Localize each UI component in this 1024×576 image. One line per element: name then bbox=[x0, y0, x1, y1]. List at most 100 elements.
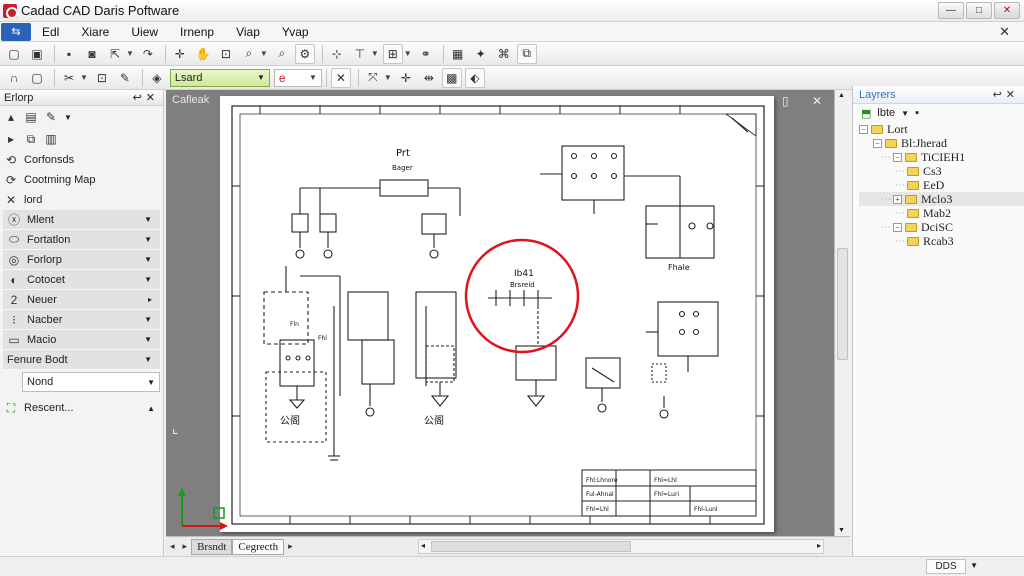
app-menu-button[interactable]: ⇆ bbox=[1, 22, 31, 41]
menu-viap[interactable]: Viap bbox=[225, 25, 271, 39]
tab-cegrecth[interactable]: Cegrecth bbox=[232, 538, 285, 555]
panel-controls[interactable]: ↩✕ bbox=[993, 88, 1019, 101]
scroll-up-icon[interactable]: ▲ bbox=[838, 92, 845, 99]
scroll-down-icon[interactable]: ▼ bbox=[838, 527, 845, 534]
drawing-workspace[interactable]: Cafleak ▯ ✕ Prt Bager Fhale 公阁 公阁 Fln Fh… bbox=[166, 90, 850, 556]
pan-icon[interactable]: ✋ bbox=[193, 44, 213, 64]
crosshair-icon[interactable]: ✛ bbox=[396, 68, 416, 88]
print-icon[interactable]: ◙ bbox=[82, 44, 102, 64]
minimize-button[interactable]: — bbox=[938, 2, 964, 19]
chevron-down-icon[interactable]: ▼ bbox=[901, 109, 909, 118]
tree-item-rcab3[interactable]: ⋯ Rcab3 bbox=[859, 234, 1024, 248]
tree-item-dcisc[interactable]: ⋯ − DciSC bbox=[859, 220, 1024, 234]
line-icon[interactable]: ∩ bbox=[4, 68, 24, 88]
rectangle-icon[interactable]: ▢ bbox=[27, 68, 47, 88]
layer-walk-icon[interactable]: ▩ bbox=[441, 67, 462, 88]
horizontal-scroll-thumb[interactable] bbox=[431, 541, 631, 552]
status-zoom-field[interactable]: DDS bbox=[926, 559, 966, 574]
layer-match-dropdown-icon[interactable]: ▼ bbox=[384, 73, 392, 82]
tab-next-icon[interactable]: ▸ bbox=[179, 541, 192, 552]
close-button[interactable]: ✕ bbox=[994, 2, 1020, 19]
layer-settings-icon[interactable]: ▪ bbox=[915, 107, 919, 119]
layer-isolate-icon[interactable]: ⇹ bbox=[419, 68, 439, 88]
menu-edit[interactable]: Edl bbox=[31, 25, 70, 39]
tree-item-cs3[interactable]: ⋯ Cs3 bbox=[859, 164, 1024, 178]
drawing-sheet[interactable]: Prt Bager Fhale 公阁 公阁 Fln Fhl Ib41 Brsre… bbox=[220, 96, 774, 532]
vertical-scroll-thumb[interactable] bbox=[837, 248, 848, 360]
arrow-icon[interactable]: ▸ bbox=[4, 132, 18, 146]
document-icon[interactable]: ▤ bbox=[24, 110, 38, 124]
explorer-item-forlorp[interactable]: ◎ Forlorp ▼ bbox=[3, 250, 160, 270]
layer-manager-icon[interactable]: ⧉ bbox=[516, 43, 537, 64]
tree-item-bljherad[interactable]: − Bl:Jherad bbox=[859, 136, 1024, 150]
tab-more-icon[interactable]: ▸ bbox=[284, 541, 297, 552]
move-icon[interactable]: ✛ bbox=[170, 44, 190, 64]
layer-match-icon[interactable]: ⤧ bbox=[363, 68, 383, 88]
trim-dropdown-icon[interactable]: ▼ bbox=[80, 73, 88, 82]
tree-item-eed[interactable]: ⋯ EeD bbox=[859, 178, 1024, 192]
zoom-window-icon[interactable]: ⊡ bbox=[216, 44, 236, 64]
menu-insert[interactable]: Irnenp bbox=[169, 25, 225, 39]
tree-item-ticieh1[interactable]: ⋯ − TiCIEH1 bbox=[859, 150, 1024, 164]
menu-xiare[interactable]: Xiare bbox=[70, 25, 120, 39]
explorer-item-macio[interactable]: ▭ Macio ▼ bbox=[3, 330, 160, 350]
maximize-button[interactable]: □ bbox=[966, 2, 992, 19]
collapse-icon[interactable]: − bbox=[859, 124, 868, 134]
snap-icon[interactable]: ⊹ bbox=[327, 44, 347, 64]
explorer-item-fortatlon[interactable]: ⬭ Fortatlon ▼ bbox=[3, 230, 160, 250]
offset-icon[interactable]: ⊡ bbox=[92, 68, 112, 88]
save-icon[interactable]: ▪ bbox=[59, 44, 79, 64]
explorer-item-lord[interactable]: ✕ lord bbox=[0, 190, 163, 210]
pin-icon[interactable]: ▴ bbox=[4, 110, 18, 124]
edit-icon[interactable]: ✎ bbox=[44, 110, 58, 124]
schematic-drawing[interactable]: Prt Bager Fhale 公阁 公阁 Fln Fhl Ib41 Brsre… bbox=[220, 96, 774, 532]
menu-help[interactable]: Yvap bbox=[271, 25, 320, 39]
collapse-icon[interactable]: − bbox=[893, 152, 902, 162]
scroll-right-icon[interactable]: ▸ bbox=[817, 541, 821, 550]
export-dropdown-icon[interactable]: ▼ bbox=[126, 49, 134, 58]
snap-dropdown-icon[interactable]: ▼ bbox=[371, 49, 379, 58]
block-icon[interactable]: ▦ bbox=[448, 44, 468, 64]
pencil-icon[interactable]: ✎ bbox=[115, 68, 135, 88]
explorer-item-cootming-map[interactable]: ⟳ Cootming Map bbox=[0, 170, 163, 190]
tree-item-mab2[interactable]: ⋯ Mab2 bbox=[859, 206, 1024, 220]
layer-off-icon[interactable]: ✕ bbox=[330, 67, 351, 88]
tab-brsndt[interactable]: Brsndt bbox=[191, 538, 233, 555]
paste-icon[interactable]: ▥ bbox=[44, 132, 58, 146]
grid-dropdown-icon[interactable]: ▼ bbox=[404, 49, 412, 58]
tree-item-mclo3[interactable]: ⋯ + Mclo3 bbox=[859, 192, 1024, 206]
color-select[interactable]: e ▼ bbox=[273, 68, 322, 87]
explorer-item-nacber[interactable]: ⁝ Nacber ▼ bbox=[3, 310, 160, 330]
properties-icon[interactable]: ⚙ bbox=[294, 43, 315, 64]
trim-icon[interactable]: ✂ bbox=[59, 68, 79, 88]
scroll-left-icon[interactable]: ◂ bbox=[421, 541, 425, 550]
feature-select[interactable]: Nond ▼ bbox=[22, 372, 160, 392]
export-icon[interactable]: ⇱ bbox=[105, 44, 125, 64]
panel-controls[interactable]: ↩✕ bbox=[133, 91, 159, 104]
ortho-icon[interactable]: ⊤ bbox=[350, 44, 370, 64]
menu-view[interactable]: Uiew bbox=[120, 25, 169, 39]
chevron-down-icon[interactable]: ▼ bbox=[970, 561, 978, 570]
vertical-scrollbar[interactable]: ▲ ▼ bbox=[834, 90, 850, 536]
explorer-item-fenure-bodt[interactable]: Fenure Bodt ▼ bbox=[3, 350, 160, 370]
tab-prev-icon[interactable]: ◂ bbox=[166, 541, 179, 552]
copy-icon[interactable]: ⧉ bbox=[24, 132, 38, 147]
explorer-item-rescent[interactable]: ⛶ Rescent... ▲ bbox=[0, 398, 163, 418]
explorer-item-mlent[interactable]: ⓧ Mlent ▼ bbox=[3, 210, 160, 230]
zoom-icon[interactable]: ⌕ bbox=[239, 44, 259, 64]
explorer-item-cotocet[interactable]: ◐ Cotocet ▼ bbox=[3, 270, 160, 290]
grid-icon[interactable]: ⊞ bbox=[382, 43, 403, 64]
link-icon[interactable]: ⚭ bbox=[416, 44, 436, 64]
layers-filter-label[interactable]: lbte bbox=[877, 107, 895, 119]
collapse-icon[interactable]: − bbox=[893, 222, 902, 232]
drawing-window-controls[interactable]: ▯ ✕ bbox=[782, 94, 832, 108]
layer-previous-icon[interactable]: ⬖ bbox=[464, 67, 485, 88]
open-folder-icon[interactable]: ▣ bbox=[27, 44, 47, 64]
explorer-item-neuer[interactable]: 2 Neuer ▸ bbox=[3, 290, 160, 310]
tree-item-lort[interactable]: − Lort bbox=[859, 122, 1024, 136]
tool-palette-icon[interactable]: ✦ bbox=[471, 44, 491, 64]
explorer-item-corfonsds[interactable]: ⟲ Corfonsds bbox=[0, 150, 163, 170]
expand-icon[interactable]: + bbox=[893, 194, 902, 204]
layer-state-icon[interactable]: ◈ bbox=[147, 68, 167, 88]
zoom-dropdown-icon[interactable]: ▼ bbox=[260, 49, 268, 58]
